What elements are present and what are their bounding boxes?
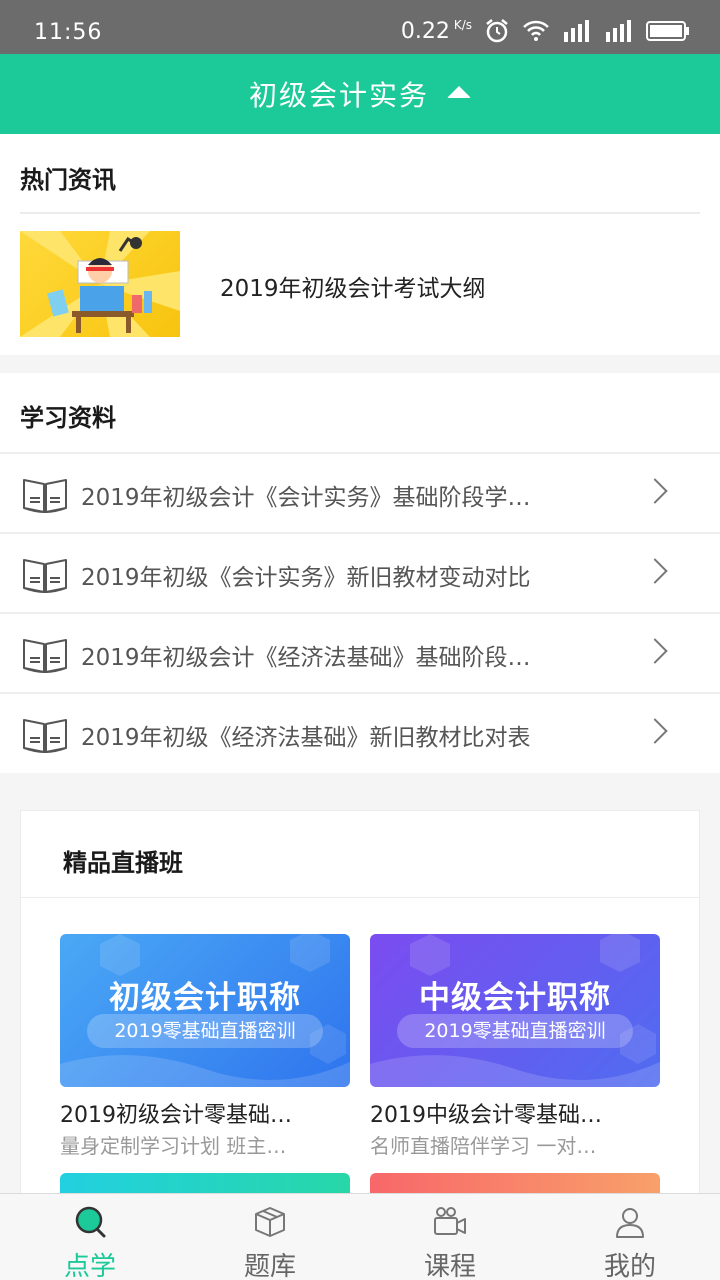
book-icon xyxy=(23,639,67,673)
course-title: 2019初级会计零基础… xyxy=(60,1103,292,1128)
book-icon xyxy=(23,719,67,753)
course-title: 2019中级会计零基础… xyxy=(370,1103,602,1128)
course-subtitle: 量身定制学习计划 班主… xyxy=(60,1134,287,1158)
chevron-right-icon xyxy=(642,558,668,584)
tab-question-bank[interactable]: 题库 xyxy=(180,1194,360,1280)
course-banner: 初级会计职称 2019零基础直播密训 xyxy=(60,934,350,1087)
chevron-right-icon xyxy=(642,478,668,504)
tab-label: 课程 xyxy=(423,1252,476,1280)
course-banner-title: 中级会计职称 xyxy=(419,980,611,1016)
battery-icon xyxy=(646,21,689,41)
news-thumbnail[interactable] xyxy=(20,231,180,337)
network-speed-unit: K/s xyxy=(453,18,472,32)
course-banner-subtitle: 2019零基础直播密训 xyxy=(87,1014,323,1048)
caret-up-icon xyxy=(447,86,471,98)
tab-label: 点学 xyxy=(63,1252,116,1280)
tab-label: 我的 xyxy=(603,1252,656,1280)
subject-selector[interactable]: 初级会计实务 xyxy=(0,54,720,134)
signal-icon-1 xyxy=(564,20,589,42)
material-label: 2019年初级会计《会计实务》基础阶段学… xyxy=(81,485,531,511)
user-icon xyxy=(616,1208,644,1238)
material-item[interactable]: 2019年初级《经济法基础》新旧教材比对表 xyxy=(0,692,720,772)
study-illustration xyxy=(20,231,180,337)
network-speed: 0.22 xyxy=(400,18,450,44)
material-item[interactable]: 2019年初级会计《经济法基础》基础阶段… xyxy=(0,612,720,692)
live-class-section: 精品直播班 初级会计职称 2019零基础直播密训 2019初级会计零基础… 量身… xyxy=(20,810,700,1230)
divider xyxy=(20,212,700,214)
alarm-icon xyxy=(486,19,508,43)
chevron-right-icon xyxy=(642,638,668,664)
material-item[interactable]: 2019年初级会计《会计实务》基础阶段学… xyxy=(0,452,720,532)
page-title: 初级会计实务 xyxy=(248,79,429,112)
book-icon xyxy=(23,479,67,513)
status-time: 11:56 xyxy=(34,20,103,45)
wifi-icon xyxy=(523,20,549,41)
tab-courses[interactable]: 课程 xyxy=(360,1194,540,1280)
book-icon xyxy=(23,559,67,593)
course-banner-subtitle: 2019零基础直播密训 xyxy=(397,1014,633,1048)
course-card[interactable]: 中级会计职称 2019零基础直播密训 2019中级会计零基础… 名师直播陪伴学习… xyxy=(370,934,660,1158)
box-icon xyxy=(255,1207,285,1237)
video-camera-icon xyxy=(434,1207,466,1235)
material-label: 2019年初级《经济法基础》新旧教材比对表 xyxy=(81,725,531,751)
study-materials-section: 学习资料 2019年初级会计《会计实务》基础阶段学… 2019年初级《会计实务》… xyxy=(0,373,720,773)
course-subtitle: 名师直播陪伴学习 一对… xyxy=(370,1134,597,1158)
section-title-live: 精品直播班 xyxy=(63,849,183,877)
bottom-nav: 点学 题库 课程 我的 xyxy=(0,1193,720,1280)
course-banner-title: 初级会计职称 xyxy=(109,980,301,1016)
news-item-title[interactable]: 2019年初级会计考试大纲 xyxy=(220,269,486,303)
signal-icon-2 xyxy=(606,20,631,42)
section-title-news: 热门资讯 xyxy=(20,166,116,194)
material-label: 2019年初级《会计实务》新旧教材变动对比 xyxy=(81,565,531,591)
hot-news-section: 热门资讯 2019年初级会计考试大纲 xyxy=(0,134,720,355)
live-class-header: 精品直播班 xyxy=(21,811,699,898)
course-banner: 中级会计职称 2019零基础直播密训 xyxy=(370,934,660,1087)
section-title-materials: 学习资料 xyxy=(20,404,116,432)
tab-diǎnxue[interactable]: 点学 xyxy=(0,1194,180,1280)
tab-mine[interactable]: 我的 xyxy=(540,1194,720,1280)
chevron-right-icon xyxy=(642,718,668,744)
status-bar: 11:56 0.22 K/s xyxy=(0,0,720,54)
search-icon xyxy=(75,1206,106,1238)
material-label: 2019年初级会计《经济法基础》基础阶段… xyxy=(81,645,531,671)
status-icons: 0.22 K/s xyxy=(401,16,690,46)
material-item[interactable]: 2019年初级《会计实务》新旧教材变动对比 xyxy=(0,532,720,612)
course-card[interactable]: 初级会计职称 2019零基础直播密训 2019初级会计零基础… 量身定制学习计划… xyxy=(60,934,350,1158)
tab-label: 题库 xyxy=(243,1252,296,1280)
